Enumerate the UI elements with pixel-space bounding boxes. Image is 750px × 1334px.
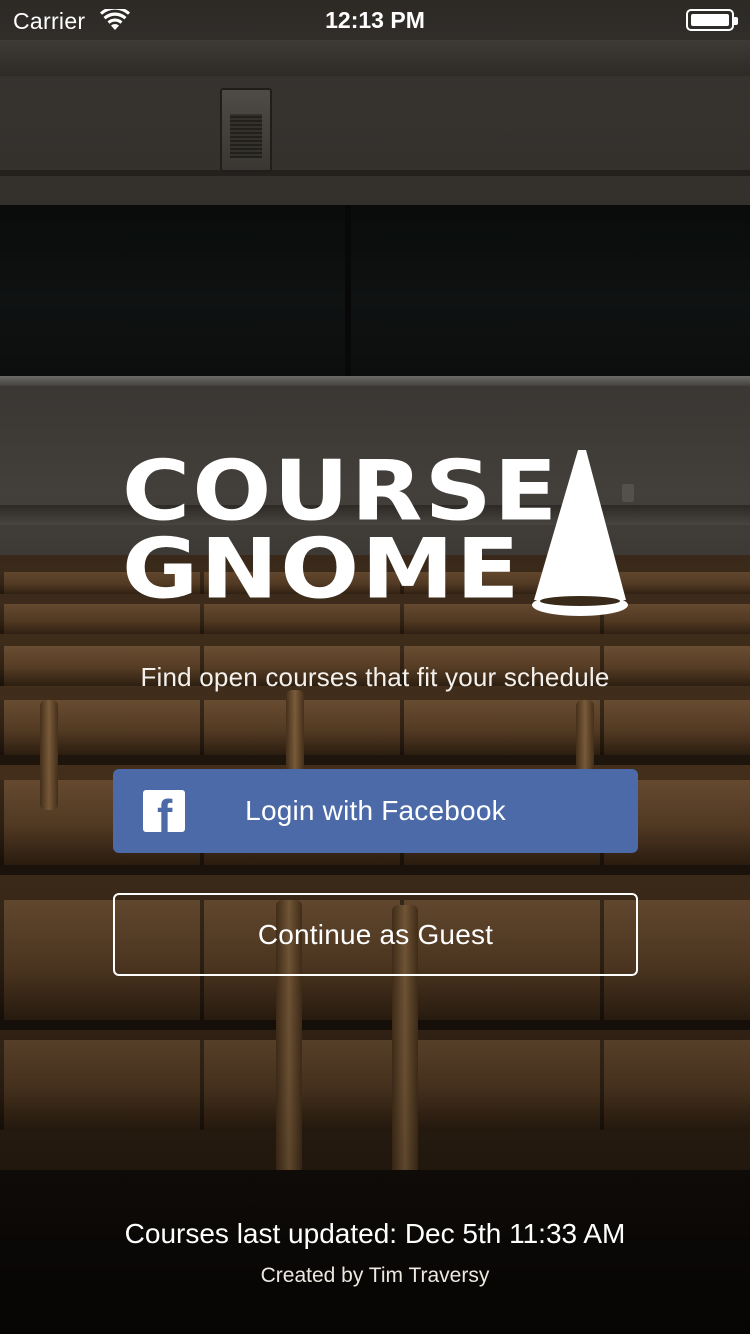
status-time: 12:13 PM — [325, 7, 425, 33]
logo-text-course: COURSE — [122, 443, 560, 540]
continue-as-guest-label: Continue as Guest — [257, 918, 494, 950]
last-updated-text: Courses last updated: Dec 5th 11:33 AM — [124, 1218, 626, 1249]
gnome-hat-icon — [532, 450, 628, 616]
tagline: Find open courses that fit your schedule — [140, 662, 610, 692]
login-facebook-label: Login with Facebook — [245, 795, 506, 826]
facebook-icon: f — [143, 790, 185, 832]
app-logo: COURSE GNOME — [118, 450, 638, 630]
continue-as-guest-button[interactable]: Continue as Guest — [113, 893, 638, 976]
battery-icon — [686, 9, 738, 31]
login-facebook-button[interactable]: f Login with Facebook — [113, 769, 638, 853]
status-bar: Carrier 12:13 PM — [0, 0, 750, 40]
logo-text-gnome: GNOME — [122, 521, 522, 618]
credit-text: Created by Tim Traversy — [260, 1264, 490, 1287]
